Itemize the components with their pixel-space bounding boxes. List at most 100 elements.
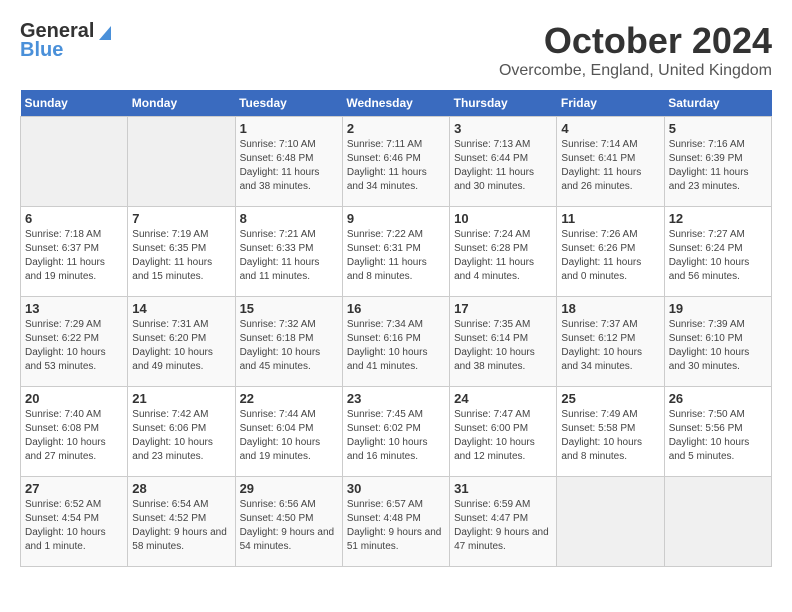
daylight-text: Daylight: 11 hours and 11 minutes. (240, 257, 320, 282)
calendar-cell: 20 Sunrise: 7:40 AM Sunset: 6:08 PM Dayl… (21, 387, 128, 477)
daylight-text: Daylight: 10 hours and 30 minutes. (669, 347, 750, 372)
sunrise-text: Sunrise: 7:22 AM (347, 229, 423, 240)
day-number: 1 (240, 121, 338, 136)
day-info: Sunrise: 7:22 AM Sunset: 6:31 PM Dayligh… (347, 228, 445, 284)
daylight-text: Daylight: 11 hours and 34 minutes. (347, 167, 427, 192)
day-number: 15 (240, 301, 338, 316)
day-info: Sunrise: 7:49 AM Sunset: 5:58 PM Dayligh… (561, 408, 659, 464)
day-info: Sunrise: 7:19 AM Sunset: 6:35 PM Dayligh… (132, 228, 230, 284)
sunrise-text: Sunrise: 7:44 AM (240, 409, 316, 420)
sunset-text: Sunset: 5:58 PM (561, 423, 635, 434)
day-info: Sunrise: 7:27 AM Sunset: 6:24 PM Dayligh… (669, 228, 767, 284)
location-text: Overcombe, England, United Kingdom (499, 62, 772, 80)
sunrise-text: Sunrise: 6:57 AM (347, 499, 423, 510)
day-info: Sunrise: 6:52 AM Sunset: 4:54 PM Dayligh… (25, 498, 123, 554)
sunrise-text: Sunrise: 7:34 AM (347, 319, 423, 330)
calendar-week-4: 20 Sunrise: 7:40 AM Sunset: 6:08 PM Dayl… (21, 387, 772, 477)
day-number: 7 (132, 211, 230, 226)
calendar-cell (128, 117, 235, 207)
daylight-text: Daylight: 9 hours and 58 minutes. (132, 527, 227, 552)
sunrise-text: Sunrise: 7:35 AM (454, 319, 530, 330)
sunset-text: Sunset: 6:00 PM (454, 423, 528, 434)
calendar-cell: 18 Sunrise: 7:37 AM Sunset: 6:12 PM Dayl… (557, 297, 664, 387)
day-info: Sunrise: 7:34 AM Sunset: 6:16 PM Dayligh… (347, 318, 445, 374)
day-info: Sunrise: 7:44 AM Sunset: 6:04 PM Dayligh… (240, 408, 338, 464)
calendar-cell: 9 Sunrise: 7:22 AM Sunset: 6:31 PM Dayli… (342, 207, 449, 297)
sunset-text: Sunset: 6:22 PM (25, 333, 99, 344)
day-number: 24 (454, 391, 552, 406)
sunrise-text: Sunrise: 7:14 AM (561, 139, 637, 150)
daylight-text: Daylight: 10 hours and 8 minutes. (561, 437, 642, 462)
sunset-text: Sunset: 6:14 PM (454, 333, 528, 344)
sunrise-text: Sunrise: 6:52 AM (25, 499, 101, 510)
logo-blue-text: Blue (20, 39, 63, 62)
daylight-text: Daylight: 10 hours and 27 minutes. (25, 437, 106, 462)
calendar-cell: 17 Sunrise: 7:35 AM Sunset: 6:14 PM Dayl… (450, 297, 557, 387)
sunset-text: Sunset: 6:16 PM (347, 333, 421, 344)
calendar-cell: 22 Sunrise: 7:44 AM Sunset: 6:04 PM Dayl… (235, 387, 342, 477)
daylight-text: Daylight: 11 hours and 0 minutes. (561, 257, 641, 282)
day-info: Sunrise: 7:40 AM Sunset: 6:08 PM Dayligh… (25, 408, 123, 464)
day-number: 12 (669, 211, 767, 226)
sunset-text: Sunset: 4:54 PM (25, 513, 99, 524)
sunset-text: Sunset: 6:31 PM (347, 243, 421, 254)
calendar-cell (557, 477, 664, 567)
day-number: 17 (454, 301, 552, 316)
day-number: 5 (669, 121, 767, 136)
page-header: General Blue October 2024 Overcombe, Eng… (20, 20, 772, 80)
calendar-cell: 21 Sunrise: 7:42 AM Sunset: 6:06 PM Dayl… (128, 387, 235, 477)
calendar-cell: 19 Sunrise: 7:39 AM Sunset: 6:10 PM Dayl… (664, 297, 771, 387)
daylight-text: Daylight: 10 hours and 19 minutes. (240, 437, 321, 462)
calendar-cell: 10 Sunrise: 7:24 AM Sunset: 6:28 PM Dayl… (450, 207, 557, 297)
day-number: 22 (240, 391, 338, 406)
day-number: 19 (669, 301, 767, 316)
day-info: Sunrise: 7:31 AM Sunset: 6:20 PM Dayligh… (132, 318, 230, 374)
sunset-text: Sunset: 6:26 PM (561, 243, 635, 254)
day-number: 29 (240, 481, 338, 496)
day-number: 4 (561, 121, 659, 136)
sunrise-text: Sunrise: 7:42 AM (132, 409, 208, 420)
sunrise-text: Sunrise: 7:29 AM (25, 319, 101, 330)
daylight-text: Daylight: 10 hours and 49 minutes. (132, 347, 213, 372)
daylight-text: Daylight: 11 hours and 19 minutes. (25, 257, 105, 282)
day-info: Sunrise: 7:37 AM Sunset: 6:12 PM Dayligh… (561, 318, 659, 374)
sunrise-text: Sunrise: 7:13 AM (454, 139, 530, 150)
calendar-cell: 14 Sunrise: 7:31 AM Sunset: 6:20 PM Dayl… (128, 297, 235, 387)
sunrise-text: Sunrise: 7:11 AM (347, 139, 422, 150)
day-number: 28 (132, 481, 230, 496)
calendar-cell: 11 Sunrise: 7:26 AM Sunset: 6:26 PM Dayl… (557, 207, 664, 297)
sunset-text: Sunset: 4:50 PM (240, 513, 314, 524)
sunset-text: Sunset: 6:48 PM (240, 153, 314, 164)
day-number: 6 (25, 211, 123, 226)
calendar-cell: 8 Sunrise: 7:21 AM Sunset: 6:33 PM Dayli… (235, 207, 342, 297)
day-number: 8 (240, 211, 338, 226)
day-number: 11 (561, 211, 659, 226)
day-info: Sunrise: 7:50 AM Sunset: 5:56 PM Dayligh… (669, 408, 767, 464)
daylight-text: Daylight: 9 hours and 51 minutes. (347, 527, 442, 552)
daylight-text: Daylight: 11 hours and 4 minutes. (454, 257, 534, 282)
daylight-text: Daylight: 10 hours and 12 minutes. (454, 437, 535, 462)
day-number: 25 (561, 391, 659, 406)
daylight-text: Daylight: 11 hours and 15 minutes. (132, 257, 212, 282)
daylight-text: Daylight: 10 hours and 5 minutes. (669, 437, 750, 462)
calendar-cell: 26 Sunrise: 7:50 AM Sunset: 5:56 PM Dayl… (664, 387, 771, 477)
daylight-text: Daylight: 11 hours and 30 minutes. (454, 167, 534, 192)
day-number: 2 (347, 121, 445, 136)
calendar-header-saturday: Saturday (664, 90, 771, 117)
calendar-cell (664, 477, 771, 567)
calendar-cell: 12 Sunrise: 7:27 AM Sunset: 6:24 PM Dayl… (664, 207, 771, 297)
calendar-cell: 23 Sunrise: 7:45 AM Sunset: 6:02 PM Dayl… (342, 387, 449, 477)
calendar-cell: 28 Sunrise: 6:54 AM Sunset: 4:52 PM Dayl… (128, 477, 235, 567)
day-number: 23 (347, 391, 445, 406)
day-info: Sunrise: 7:21 AM Sunset: 6:33 PM Dayligh… (240, 228, 338, 284)
sunrise-text: Sunrise: 7:27 AM (669, 229, 745, 240)
sunrise-text: Sunrise: 7:32 AM (240, 319, 316, 330)
sunrise-text: Sunrise: 7:16 AM (669, 139, 745, 150)
day-info: Sunrise: 7:14 AM Sunset: 6:41 PM Dayligh… (561, 138, 659, 194)
daylight-text: Daylight: 10 hours and 23 minutes. (132, 437, 213, 462)
calendar-week-5: 27 Sunrise: 6:52 AM Sunset: 4:54 PM Dayl… (21, 477, 772, 567)
calendar-week-1: 1 Sunrise: 7:10 AM Sunset: 6:48 PM Dayli… (21, 117, 772, 207)
sunset-text: Sunset: 6:46 PM (347, 153, 421, 164)
sunset-text: Sunset: 4:52 PM (132, 513, 206, 524)
sunset-text: Sunset: 6:20 PM (132, 333, 206, 344)
